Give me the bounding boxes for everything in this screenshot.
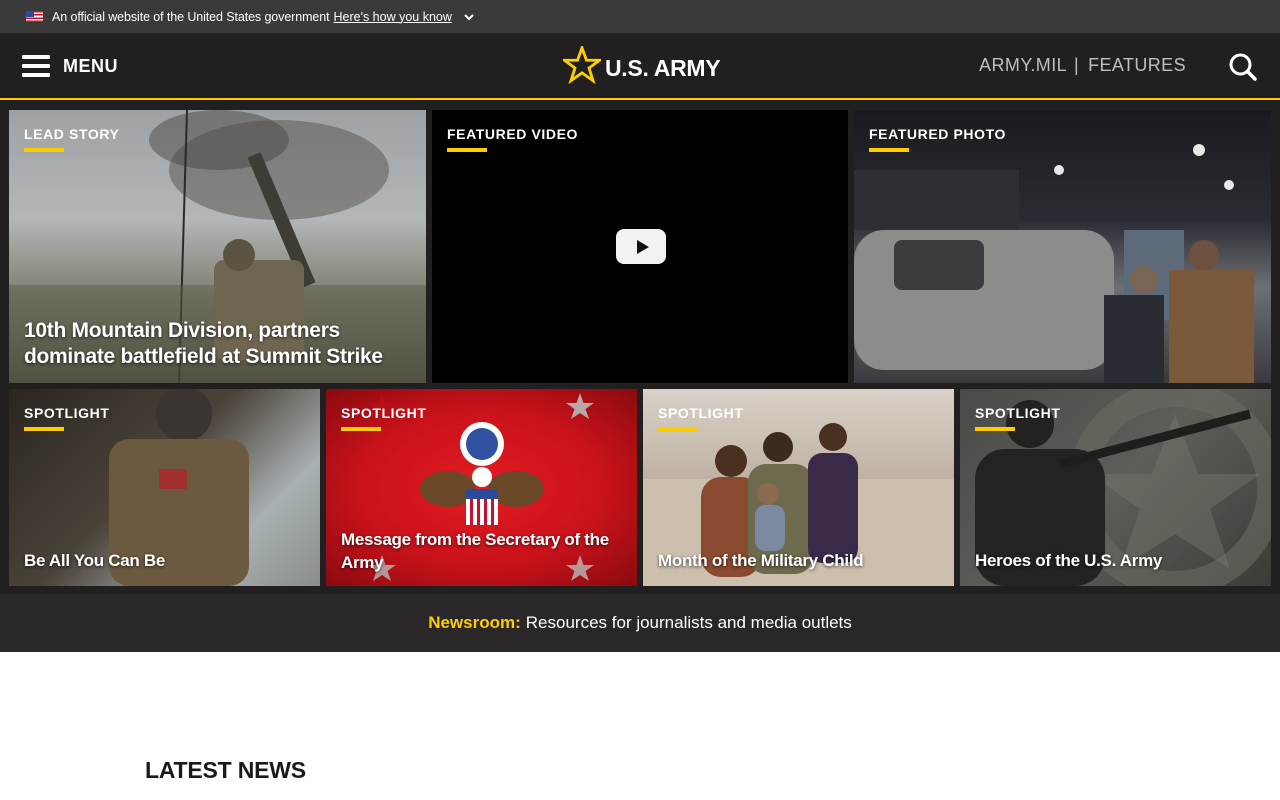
latest-news-heading: LATEST NEWS <box>145 757 306 783</box>
spotlight-tile-3[interactable]: SPOTLIGHT Month of the Military Child <box>643 389 954 586</box>
us-flag-icon <box>26 11 43 22</box>
army-star-icon <box>563 46 601 84</box>
site-header: MENU U.S. ARMY ARMY.MIL | FEATURES <box>0 33 1280 100</box>
spotlight-label: SPOTLIGHT <box>658 405 744 421</box>
gov-banner-text: An official website of the United States… <box>52 9 330 24</box>
logo-text: U.S. ARMY <box>605 54 721 81</box>
featured-video-label: FEATURED VIDEO <box>447 126 579 142</box>
label-underline <box>975 427 1015 431</box>
spotlight-tile-2[interactable]: SPOTLIGHT Message from the Secretary of … <box>326 389 637 586</box>
label-underline <box>341 427 381 431</box>
lead-story-label: LEAD STORY <box>24 126 120 142</box>
heres-how-you-know-link[interactable]: Here's how you know <box>333 10 451 24</box>
label-underline <box>24 427 64 431</box>
helicopter-photo <box>854 144 1254 383</box>
army-logo[interactable]: U.S. ARMY <box>563 46 721 84</box>
label-underline <box>869 148 909 152</box>
spotlight-headline[interactable]: Month of the Military Child <box>658 551 864 571</box>
label-underline <box>658 427 698 431</box>
nav-separator: | <box>1074 55 1080 75</box>
newsroom-text[interactable]: Resources for journalists and media outl… <box>526 613 852 633</box>
newsroom-label[interactable]: Newsroom: <box>428 613 521 633</box>
chevron-down-icon[interactable] <box>463 11 475 23</box>
newsroom-banner[interactable]: Newsroom: Resources for journalists and … <box>0 594 1280 652</box>
lead-story-tile[interactable]: LEAD STORY 10th Mountain Division, partn… <box>9 110 426 383</box>
top-nav: ARMY.MIL | FEATURES <box>979 55 1186 76</box>
nav-features[interactable]: FEATURES <box>1088 55 1186 76</box>
featured-photo-tile[interactable]: FEATURED PHOTO <box>854 110 1271 383</box>
nav-army-mil[interactable]: ARMY.MIL <box>979 55 1067 76</box>
spotlight-headline[interactable]: Be All You Can Be <box>24 551 165 571</box>
menu-button[interactable]: MENU <box>22 53 118 79</box>
featured-photo-label: FEATURED PHOTO <box>869 126 1006 142</box>
search-icon[interactable] <box>1228 52 1258 82</box>
spotlight-label: SPOTLIGHT <box>975 405 1061 421</box>
spotlight-label: SPOTLIGHT <box>24 405 110 421</box>
lead-story-headline[interactable]: 10th Mountain Division, partners dominat… <box>24 318 419 370</box>
spotlight-label: SPOTLIGHT <box>341 405 427 421</box>
hamburger-icon <box>22 55 50 77</box>
menu-label: MENU <box>63 55 118 76</box>
play-button-icon[interactable] <box>616 229 666 264</box>
spotlight-tile-4[interactable]: SPOTLIGHT Heroes of the U.S. Army <box>960 389 1271 586</box>
gov-banner: An official website of the United States… <box>0 0 1280 33</box>
featured-video-tile[interactable]: FEATURED VIDEO <box>432 110 848 383</box>
spotlight-headline[interactable]: Heroes of the U.S. Army <box>975 551 1162 571</box>
spotlight-tile-1[interactable]: SPOTLIGHT Be All You Can Be <box>9 389 320 586</box>
spotlight-headline[interactable]: Message from the Secretary of the Army <box>341 528 611 574</box>
label-underline <box>447 148 487 152</box>
label-underline <box>24 148 64 152</box>
